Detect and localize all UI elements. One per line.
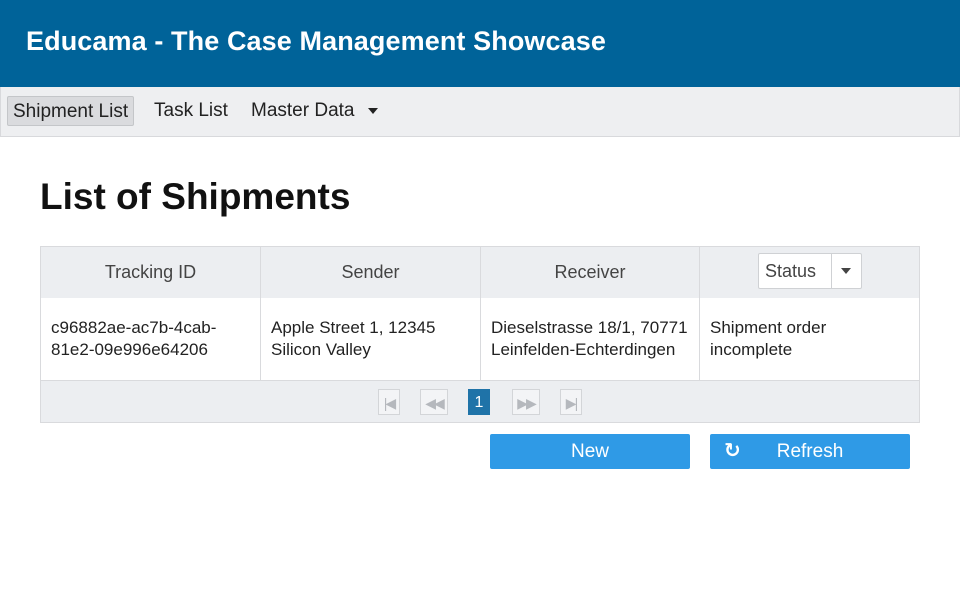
status-filter-select[interactable]: Status [758, 253, 862, 289]
next-page-icon[interactable]: ▶▶ [512, 389, 540, 415]
refresh-button-label: Refresh [776, 441, 844, 462]
table-header: Tracking ID Sender Receiver Status [41, 247, 919, 299]
column-header-sender: Sender [261, 247, 481, 298]
status-filter-label: Status [765, 261, 817, 281]
menu-item-label: Shipment List [13, 101, 129, 122]
table-row[interactable]: c96882ae-ac7b-4cab-81e2-09e996e64206 App… [41, 298, 919, 381]
refresh-icon: ↻ [724, 440, 741, 462]
page-button-current[interactable]: 1 [468, 389, 490, 415]
chevron-down-icon[interactable] [841, 268, 851, 274]
menu-item-shipment-list[interactable]: Shipment List [7, 96, 135, 126]
app-header: Educama - The Case Management Showcase [0, 0, 960, 87]
first-page-icon[interactable]: |◀ [378, 389, 400, 415]
refresh-button[interactable]: ↻ Refresh [710, 434, 910, 469]
cell-receiver: Dieselstrasse 18/1, 70771 Leinfelden-Ech… [481, 298, 700, 380]
menu-item-label: Master Data [251, 100, 355, 121]
table-pager: |◀ ◀◀ 1 ▶▶ ▶| [41, 381, 919, 422]
app-title: Educama - The Case Management Showcase [26, 26, 606, 56]
select-divider [831, 254, 832, 288]
menu-item-label: Task List [154, 100, 228, 121]
page-title: List of Shipments [40, 176, 351, 217]
column-header-receiver: Receiver [481, 247, 700, 298]
new-button[interactable]: New [490, 434, 690, 469]
menu-item-task-list[interactable]: Task List [149, 96, 233, 126]
previous-page-icon[interactable]: ◀◀ [420, 389, 448, 415]
cell-status: Shipment order incomplete [710, 318, 827, 359]
new-button-label: New [570, 441, 609, 462]
cell-sender: Apple Street 1, 12345 Silicon Valley [261, 298, 481, 380]
last-page-icon[interactable]: ▶| [560, 389, 582, 415]
chevron-down-icon [367, 107, 378, 114]
shipments-table: Tracking ID Sender Receiver Status c9688… [40, 246, 920, 423]
menu-bar: Shipment List Task List Master Data [0, 87, 960, 137]
cell-tracking-id: c96882ae-ac7b-4cab-81e2-09e996e64206 [41, 298, 261, 380]
menu-item-master-data[interactable]: Master Data [246, 96, 383, 126]
column-header-tracking-id: Tracking ID [41, 247, 261, 298]
